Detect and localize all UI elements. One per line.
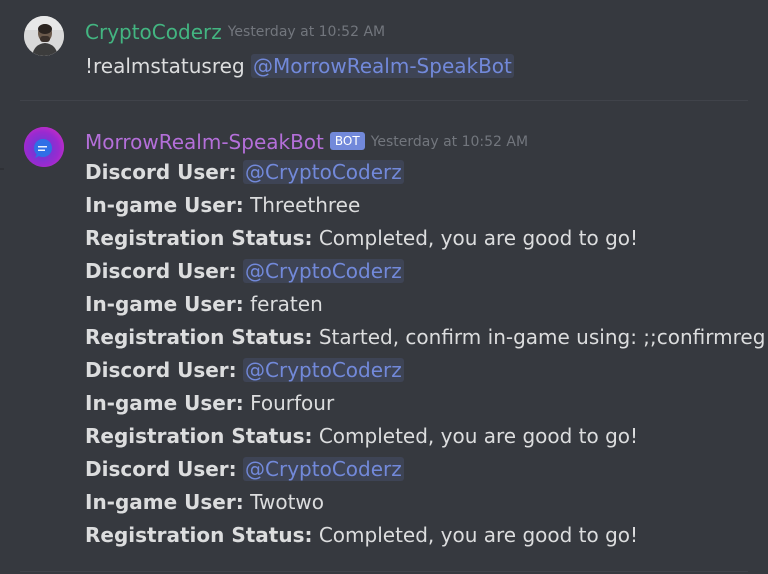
- message-line: In-game User: Twotwo: [85, 488, 765, 521]
- message-line: Discord User: @CryptoCoderz: [85, 257, 765, 290]
- message-line: In-game User: feraten: [85, 290, 765, 323]
- message-divider: [20, 571, 748, 572]
- user-mention[interactable]: @MorrowRealm-SpeakBot: [251, 54, 514, 78]
- field-label: Discord User:: [85, 358, 237, 382]
- bot-badge: BOT: [329, 132, 365, 150]
- user-avatar[interactable]: [24, 16, 64, 56]
- field-label: Registration Status:: [85, 424, 313, 448]
- field-value: Twotwo: [250, 490, 325, 514]
- field-label: Discord User:: [85, 259, 237, 283]
- message-line: Registration Status: Completed, you are …: [85, 224, 765, 257]
- user-mention[interactable]: @CryptoCoderz: [243, 358, 404, 382]
- field-value: Fourfour: [250, 391, 335, 415]
- field-value: Threethree: [250, 193, 361, 217]
- field-value: Started, confirm in-game using: ;;confir…: [318, 325, 766, 349]
- message-content: !realmstatusreg @MorrowRealm-SpeakBot: [85, 52, 514, 80]
- timestamp[interactable]: Yesterday at 10:52 AM: [371, 134, 528, 150]
- field-label: Discord User:: [85, 160, 237, 184]
- message-content: Discord User: @CryptoCoderz In-game User…: [85, 158, 765, 554]
- bot-avatar[interactable]: [24, 127, 64, 167]
- person-photo-icon: [24, 16, 64, 56]
- chat-bubble-icon: [24, 127, 64, 167]
- message-header: CryptoCoderz Yesterday at 10:52 AM: [85, 20, 385, 44]
- timestamp[interactable]: Yesterday at 10:52 AM: [228, 24, 385, 40]
- message-line: Discord User: @CryptoCoderz: [85, 455, 765, 488]
- field-value: feraten: [250, 292, 323, 316]
- field-label: Registration Status:: [85, 523, 313, 547]
- user-mention[interactable]: @CryptoCoderz: [243, 160, 404, 184]
- field-value: Completed, you are good to go!: [318, 424, 639, 448]
- field-label: Registration Status:: [85, 226, 313, 250]
- field-label: In-game User:: [85, 391, 244, 415]
- field-label: Registration Status:: [85, 325, 313, 349]
- message-text: !realmstatusreg: [85, 54, 245, 78]
- message-header: MorrowRealm-SpeakBot BOT Yesterday at 10:5…: [85, 130, 528, 154]
- username[interactable]: CryptoCoderz: [85, 20, 222, 44]
- message-divider: [20, 100, 748, 101]
- message-line: Registration Status: Completed, you are …: [85, 521, 765, 554]
- user-mention[interactable]: @CryptoCoderz: [243, 457, 404, 481]
- message-line: Registration Status: Completed, you are …: [85, 422, 765, 455]
- message-line: In-game User: Threethree: [85, 191, 765, 224]
- field-label: In-game User:: [85, 292, 244, 316]
- username[interactable]: MorrowRealm-SpeakBot: [85, 130, 324, 154]
- field-label: Discord User:: [85, 457, 237, 481]
- field-label: In-game User:: [85, 490, 244, 514]
- message-line: Registration Status: Started, confirm in…: [85, 323, 765, 356]
- message-line: In-game User: Fourfour: [85, 389, 765, 422]
- chat-messages: CryptoCoderz Yesterday at 10:52 AM !realm…: [0, 0, 768, 574]
- message-line: Discord User: @CryptoCoderz: [85, 158, 765, 191]
- field-label: In-game User:: [85, 193, 244, 217]
- user-mention[interactable]: @CryptoCoderz: [243, 259, 404, 283]
- field-value: Completed, you are good to go!: [318, 226, 639, 250]
- message-line: Discord User: @CryptoCoderz: [85, 356, 765, 389]
- field-value: Completed, you are good to go!: [318, 523, 639, 547]
- new-message-marker: [0, 168, 4, 170]
